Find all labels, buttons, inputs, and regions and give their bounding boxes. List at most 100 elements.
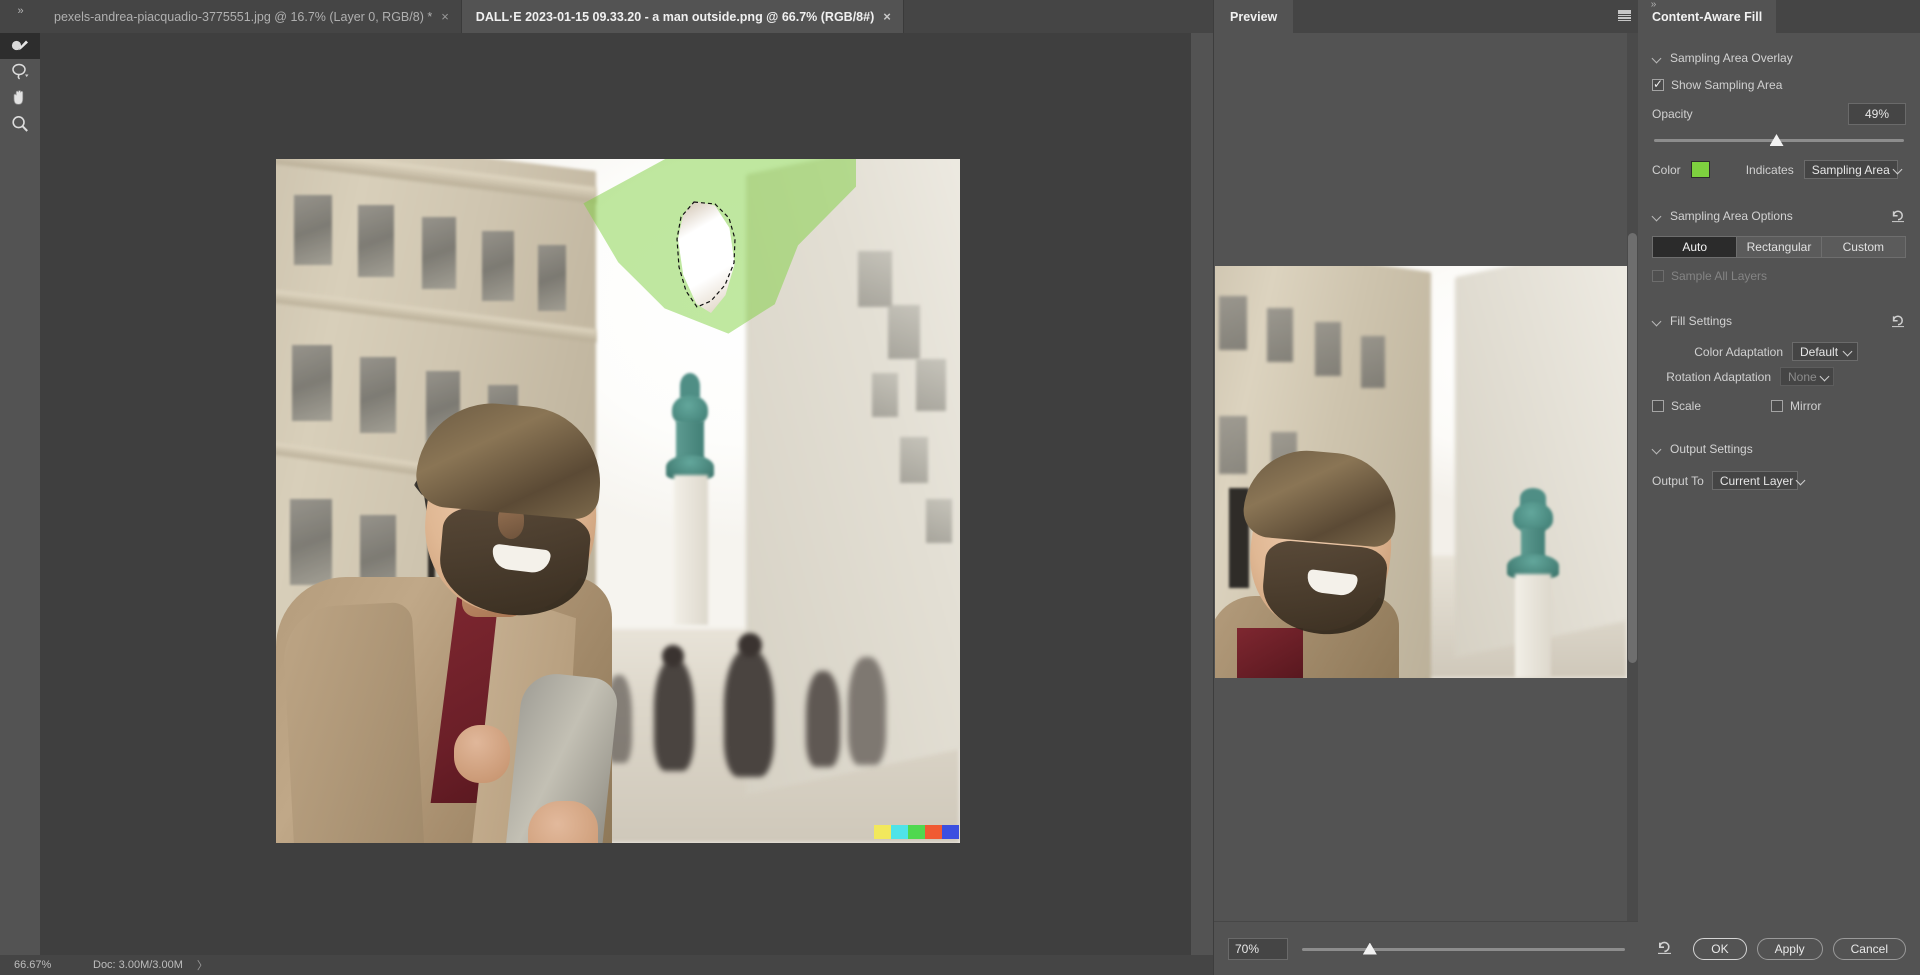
color-adaptation-label: Color Adaptation bbox=[1694, 344, 1783, 359]
dalle-watermark bbox=[874, 825, 959, 839]
magnifier-icon bbox=[12, 115, 28, 132]
output-to-label: Output To bbox=[1652, 473, 1704, 488]
expand-panels-arrows[interactable]: » bbox=[0, 0, 40, 33]
caf-tab-label: Content-Aware Fill bbox=[1652, 9, 1763, 24]
zoom-tool[interactable] bbox=[0, 111, 40, 137]
preview-window bbox=[1219, 416, 1247, 474]
document-canvas[interactable] bbox=[40, 33, 1191, 956]
chevron-down-icon[interactable] bbox=[1652, 316, 1662, 326]
preview-vertical-scrollbar[interactable] bbox=[1627, 33, 1638, 921]
section-sampling-area-options[interactable]: Sampling Area Options bbox=[1638, 205, 1920, 227]
color-label: Color bbox=[1652, 162, 1681, 177]
watermark-swatch bbox=[908, 825, 925, 839]
slider-track bbox=[1302, 947, 1625, 951]
sampling-mode-rectangular[interactable]: Rectangular bbox=[1736, 236, 1821, 258]
status-document-info: Doc: 3.00M/3.00M bbox=[93, 959, 183, 971]
scale-checkbox[interactable] bbox=[1652, 400, 1664, 412]
preview-window bbox=[1219, 296, 1247, 350]
output-to-dropdown[interactable]: Current Layer bbox=[1711, 471, 1798, 490]
ok-button[interactable]: OK bbox=[1693, 938, 1747, 960]
scale-mirror-row: Scale Mirror bbox=[1638, 399, 1920, 413]
building-window bbox=[888, 305, 920, 359]
hand-icon bbox=[13, 90, 24, 105]
chevron-down-icon[interactable] bbox=[1652, 211, 1662, 221]
sample-all-layers-label: Sample All Layers bbox=[1671, 269, 1768, 283]
section-sampling-area-overlay[interactable]: Sampling Area Overlay bbox=[1638, 47, 1920, 69]
preview-zoom-slider[interactable] bbox=[1302, 942, 1625, 956]
collapse-panel-arrows[interactable]: » bbox=[1642, 0, 1664, 13]
document-tab-pexels[interactable]: pexels-andrea-piacquadio-3775551.jpg @ 1… bbox=[40, 0, 462, 33]
document-tab-label: pexels-andrea-piacquadio-3775551.jpg @ 1… bbox=[54, 9, 433, 24]
rotation-adaptation-row: Rotation Adaptation None bbox=[1638, 367, 1920, 386]
color-row: Color Indicates Sampling Area bbox=[1638, 160, 1920, 179]
show-sampling-area-checkbox[interactable] bbox=[1652, 77, 1664, 91]
caf-panel-footer: OK Apply Cancel bbox=[1638, 923, 1920, 975]
content-aware-fill-panel: » Content-Aware Fill Sampling Area Overl… bbox=[1638, 0, 1920, 975]
close-icon[interactable]: × bbox=[883, 10, 891, 23]
color-adaptation-dropdown[interactable]: Default bbox=[1792, 342, 1858, 361]
reset-icon[interactable] bbox=[1656, 939, 1673, 955]
reset-icon[interactable] bbox=[1890, 313, 1906, 328]
pedestrian bbox=[724, 649, 774, 777]
image-artboard[interactable] bbox=[276, 159, 960, 843]
section-fill-settings[interactable]: Fill Settings bbox=[1638, 310, 1920, 332]
output-to-value: Current Layer bbox=[1719, 473, 1794, 488]
left-hand bbox=[454, 725, 510, 783]
overlay-color-swatch[interactable] bbox=[1690, 161, 1710, 178]
chevron-down-icon[interactable] bbox=[1652, 444, 1662, 454]
preview-window bbox=[1361, 336, 1385, 388]
scrollbar-thumb[interactable] bbox=[1628, 233, 1637, 663]
status-expand-arrow[interactable]: 〉 bbox=[183, 957, 208, 973]
mirror-checkbox[interactable] bbox=[1771, 400, 1784, 412]
chevron-down-icon bbox=[1797, 476, 1806, 485]
document-tab-dalle[interactable]: DALL·E 2023-01-15 09.33.20 - a man outsi… bbox=[461, 0, 904, 33]
building-window bbox=[916, 359, 946, 411]
apply-button[interactable]: Apply bbox=[1756, 938, 1823, 960]
panel-menu-icon[interactable] bbox=[1618, 10, 1631, 21]
reset-icon[interactable] bbox=[1890, 208, 1906, 223]
document-tab-bar: » pexels-andrea-piacquadio-3775551.jpg @… bbox=[0, 0, 1215, 33]
document-tab-label: DALL·E 2023-01-15 09.33.20 - a man outsi… bbox=[475, 9, 875, 24]
show-sampling-area-row[interactable]: Show Sampling Area bbox=[1638, 77, 1920, 92]
tools-panel bbox=[0, 33, 40, 975]
building-window bbox=[900, 437, 928, 483]
sampling-mode-auto[interactable]: Auto bbox=[1652, 236, 1737, 258]
opacity-slider[interactable] bbox=[1654, 133, 1904, 147]
preview-shirt bbox=[1237, 628, 1303, 678]
indicates-dropdown[interactable]: Sampling Area bbox=[1803, 160, 1898, 179]
tab-preview[interactable]: Preview bbox=[1214, 0, 1294, 33]
preview-window bbox=[1267, 308, 1293, 362]
scale-label: Scale bbox=[1671, 399, 1702, 413]
chevron-down-icon bbox=[1821, 372, 1830, 381]
preview-image bbox=[1215, 266, 1627, 678]
sampling-mode-custom[interactable]: Custom bbox=[1820, 236, 1906, 258]
status-bar: 66.67% Doc: 3.00M/3.00M 〉 bbox=[0, 955, 1213, 975]
section-output-settings[interactable]: Output Settings bbox=[1638, 438, 1920, 460]
selection-region[interactable] bbox=[674, 201, 740, 313]
preview-tower-body bbox=[1515, 574, 1551, 678]
status-zoom-level[interactable]: 66.67% bbox=[0, 959, 75, 971]
sampling-brush-tool[interactable] bbox=[0, 33, 40, 59]
cancel-button[interactable]: Cancel bbox=[1832, 938, 1906, 960]
coat-left-panel bbox=[281, 601, 425, 843]
hair bbox=[413, 397, 607, 521]
lasso-icon bbox=[12, 63, 29, 80]
preview-panel: Preview 70% bbox=[1213, 0, 1639, 975]
caf-tab-strip: » Content-Aware Fill bbox=[1638, 0, 1920, 33]
hand-tool[interactable] bbox=[0, 85, 40, 111]
caf-panel-body: Sampling Area Overlay Show Sampling Area… bbox=[1638, 33, 1920, 923]
building-window bbox=[872, 373, 898, 417]
building-window bbox=[538, 245, 566, 311]
pedestrian-head bbox=[738, 633, 762, 657]
rotation-adaptation-dropdown[interactable]: None bbox=[1780, 367, 1834, 386]
preview-viewport[interactable] bbox=[1214, 33, 1639, 921]
chevron-down-icon[interactable] bbox=[1652, 53, 1662, 63]
close-icon[interactable]: × bbox=[441, 10, 449, 23]
sample-all-layers-row: Sample All Layers bbox=[1638, 269, 1920, 283]
building-window bbox=[294, 195, 332, 265]
pedestrian bbox=[806, 671, 840, 767]
preview-zoom-input[interactable]: 70% bbox=[1228, 937, 1288, 960]
building-window bbox=[358, 205, 394, 277]
opacity-input[interactable]: 49% bbox=[1848, 103, 1906, 125]
lasso-tool[interactable] bbox=[0, 59, 40, 85]
